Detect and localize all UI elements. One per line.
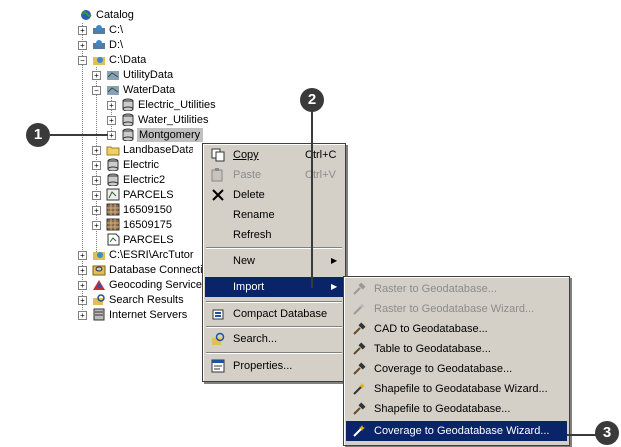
geodatabase-icon — [106, 69, 120, 81]
menu-item-shapefile-to-geodatabase[interactable]: Shapefile to Geodatabase... — [346, 399, 567, 419]
wizard-icon — [352, 424, 366, 438]
menu-item-shapefile-to-geodatabase-wizard[interactable]: Shapefile to Geodatabase Wizard... — [346, 379, 567, 399]
submenu-arrow-icon: ▶ — [331, 256, 338, 265]
search-icon — [211, 332, 225, 346]
hammer-icon — [352, 362, 366, 376]
menu-item-compact-database[interactable]: Compact Database — [205, 304, 343, 324]
menu-item-properties[interactable]: Properties... — [205, 356, 343, 376]
compact-database-icon — [211, 307, 225, 321]
submenu-arrow-icon: ▶ — [331, 282, 338, 291]
menu-item-search[interactable]: Search... — [205, 329, 343, 349]
expand-icon[interactable]: + — [92, 176, 101, 185]
expand-icon[interactable]: + — [78, 266, 87, 275]
expand-icon[interactable]: + — [78, 311, 87, 320]
raster-icon — [106, 203, 120, 216]
menu-item-cad-to-geodatabase[interactable]: CAD to Geodatabase... — [346, 319, 567, 339]
folder-icon — [106, 144, 120, 156]
expand-icon[interactable]: + — [92, 71, 101, 80]
database-icon — [106, 173, 120, 187]
server-icon — [92, 308, 106, 321]
callout-leader-line — [567, 434, 597, 436]
menu-separator — [206, 352, 342, 354]
expand-icon[interactable]: + — [78, 281, 87, 290]
menu-separator — [206, 326, 342, 328]
callout-1: 1 — [26, 123, 50, 147]
coverage-icon — [106, 188, 120, 201]
menu-item-coverage-to-geodatabase[interactable]: Coverage to Geodatabase... — [346, 359, 567, 379]
menu-item-raster-to-geodatabase[interactable]: Raster to Geodatabase... — [346, 279, 567, 299]
hammer-icon — [352, 282, 366, 296]
menu-item-delete[interactable]: Delete — [205, 185, 343, 205]
expand-icon[interactable]: + — [78, 26, 87, 35]
menu-item-paste[interactable]: Paste Ctrl+V — [205, 165, 343, 185]
delete-icon — [211, 188, 225, 202]
wizard-icon — [352, 302, 366, 316]
hammer-icon — [352, 322, 366, 336]
expand-icon[interactable]: + — [92, 146, 101, 155]
database-connection-icon — [92, 263, 106, 276]
raster-icon — [106, 218, 120, 231]
tree-line — [82, 23, 83, 320]
menu-item-import[interactable]: Import ▶ — [205, 277, 343, 297]
menu-item-raster-to-geodatabase-wizard[interactable]: Raster to Geodatabase Wizard... — [346, 299, 567, 319]
paste-icon — [211, 168, 225, 182]
hammer-icon — [352, 342, 366, 356]
callout-leader-line — [50, 134, 108, 136]
shapefile-icon — [106, 233, 120, 246]
menu-item-coverage-to-geodatabase-wizard[interactable]: Coverage to Geodatabase Wizard... — [346, 421, 567, 441]
geocoding-icon — [92, 278, 106, 290]
expand-icon[interactable]: + — [107, 116, 116, 125]
menu-item-copy[interactable]: Copy Ctrl+C — [205, 145, 343, 165]
menu-separator — [206, 301, 342, 303]
expand-icon[interactable]: + — [78, 41, 87, 50]
folder-connection-icon — [92, 249, 106, 261]
menu-item-table-to-geodatabase[interactable]: Table to Geodatabase... — [346, 339, 567, 359]
hammer-icon — [352, 402, 366, 416]
database-icon — [121, 113, 135, 127]
database-icon — [121, 98, 135, 112]
properties-icon — [211, 359, 225, 373]
expand-icon[interactable]: + — [107, 131, 116, 140]
collapse-icon[interactable]: − — [92, 86, 101, 95]
expand-icon[interactable]: + — [107, 101, 116, 110]
callout-3: 3 — [595, 421, 619, 445]
menu-separator — [206, 247, 342, 249]
import-submenu: Raster to Geodatabase... Raster to Geoda… — [343, 276, 570, 446]
drive-icon — [92, 39, 106, 51]
menu-item-rename[interactable]: Rename — [205, 205, 343, 225]
callout-2: 2 — [300, 88, 324, 112]
folder-connection-icon — [92, 54, 106, 66]
copy-icon — [211, 148, 225, 162]
menu-item-new[interactable]: New ▶ — [205, 251, 343, 271]
database-icon — [106, 158, 120, 172]
database-icon — [121, 128, 135, 142]
globe-icon — [80, 9, 94, 21]
collapse-icon[interactable]: − — [78, 56, 87, 65]
context-menu: Copy Ctrl+C Paste Ctrl+V Delete Rename R… — [202, 143, 346, 382]
callout-leader-line — [311, 110, 313, 288]
expand-icon[interactable]: + — [92, 161, 101, 170]
menu-item-refresh[interactable]: Refresh — [205, 225, 343, 245]
drive-icon — [92, 24, 106, 36]
expand-icon[interactable]: + — [78, 296, 87, 305]
expand-icon[interactable]: + — [92, 221, 101, 230]
search-results-icon — [92, 293, 106, 305]
wizard-icon — [352, 382, 366, 396]
expand-icon[interactable]: + — [92, 191, 101, 200]
expand-icon[interactable]: + — [92, 206, 101, 215]
geodatabase-icon — [106, 84, 120, 96]
expand-icon[interactable]: + — [78, 251, 87, 260]
